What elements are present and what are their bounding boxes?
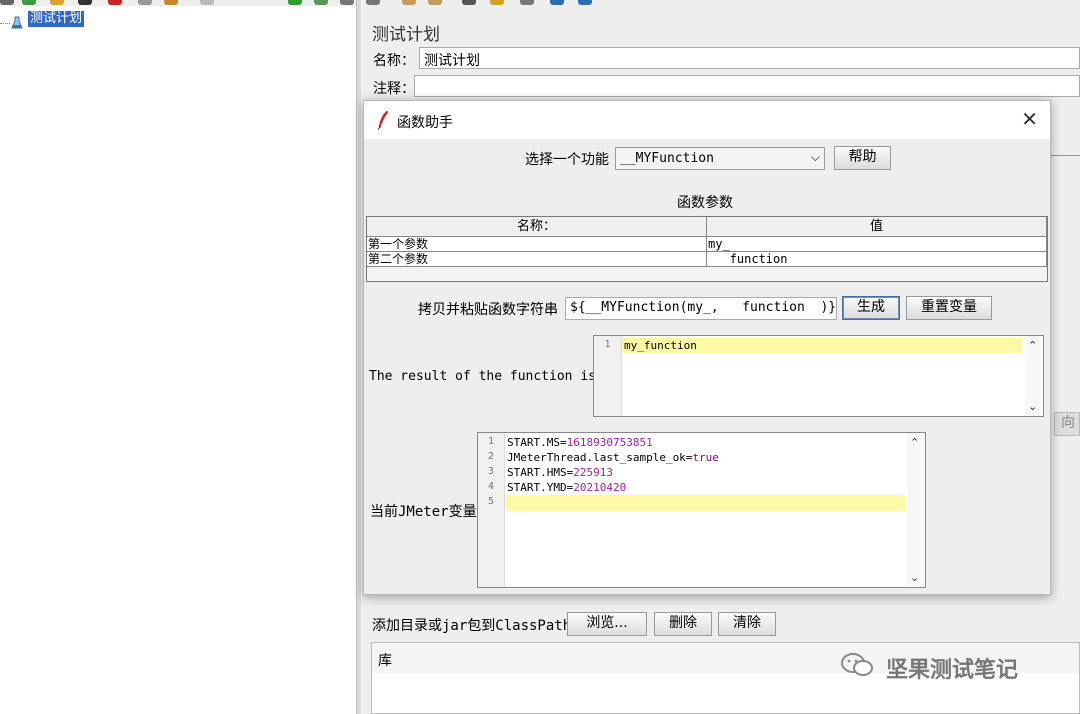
cut-icon[interactable]	[108, 0, 122, 5]
function-select-value: __MYFunction	[620, 151, 714, 166]
close-icon[interactable]: ✕	[1021, 109, 1038, 129]
copy-icon[interactable]	[138, 0, 152, 5]
scroll-up-icon[interactable]: ⌃	[1028, 339, 1037, 352]
var-key: JMeterThread.last_sample_ok=	[507, 451, 693, 464]
shutdown-icon[interactable]	[366, 0, 380, 5]
tree-node-test-plan[interactable]: 测试计划	[28, 11, 85, 27]
scroll-down-icon[interactable]: ⌄	[910, 571, 919, 584]
generate-button[interactable]: 生成	[842, 296, 900, 320]
start-no-pause-icon[interactable]	[314, 0, 328, 5]
test-plan-tree: 测试计划	[0, 6, 356, 714]
var-line: JMeterThread.last_sample_ok=true	[507, 451, 719, 464]
toolbar-icon[interactable]	[0, 0, 14, 5]
vars-gutter: 1 2 3 4 5	[478, 433, 505, 587]
var-key: START.MS=	[507, 436, 567, 449]
function-helper-dialog: 函数助手 ✕ 选择一个功能 __MYFunction ⌵ 帮助 函数参数 名称：…	[363, 100, 1051, 595]
var-line: START.MS=1618930753851	[507, 436, 653, 449]
name-label: 名称：	[373, 53, 415, 69]
reset-search-icon[interactable]	[490, 0, 504, 5]
browse-button[interactable]: 浏览...	[567, 612, 647, 636]
function-string-field[interactable]: ${__MYFunction(my_, function )}	[565, 297, 837, 320]
chevron-down-icon: ⌵	[810, 150, 820, 164]
clear-icon[interactable]	[402, 0, 416, 5]
library-header-label: 库	[378, 653, 392, 669]
current-line-highlight	[505, 495, 905, 511]
save-icon[interactable]	[78, 0, 92, 5]
var-key: START.YMD=	[507, 481, 574, 494]
feather-icon	[377, 110, 389, 130]
line-number: 1	[487, 436, 495, 447]
scroll-up-icon[interactable]: ⌃	[910, 436, 919, 449]
vars-scrollbar[interactable]: ⌃ ⌄	[907, 433, 925, 587]
watermark-text: 坚果测试笔记	[886, 658, 1019, 683]
param-name-cell[interactable]: 第二个参数	[367, 252, 707, 267]
comment-field[interactable]	[414, 75, 1080, 97]
dialog-title-bar[interactable]: 函数助手 ✕	[364, 101, 1050, 139]
result-editor[interactable]: 1 my_function ⌃ ⌄	[593, 335, 1044, 417]
paste-icon[interactable]	[164, 0, 178, 5]
var-line: START.YMD=20210420	[507, 481, 626, 494]
help-button[interactable]: 帮助	[834, 146, 891, 170]
run-icon[interactable]	[22, 0, 36, 5]
var-value: 225913	[573, 466, 613, 479]
stop-icon[interactable]	[340, 0, 354, 5]
wechat-icon	[841, 653, 873, 676]
line-number: 1	[604, 339, 611, 350]
jmeter-vars-label: 当前JMeter变量	[370, 504, 477, 520]
name-field[interactable]: 测试计划	[419, 47, 1080, 69]
params-table: 名称： 值 第一个参数 my_ 第二个参数 function	[366, 216, 1048, 282]
function-select[interactable]: __MYFunction ⌵	[615, 147, 825, 170]
clear-all-icon[interactable]	[428, 0, 442, 5]
panel-separator	[1048, 155, 1080, 156]
var-value: 20210420	[573, 481, 627, 494]
var-value: 1618930753851	[566, 436, 653, 449]
delete-button[interactable]: 删除	[654, 612, 712, 636]
result-line: my_function	[624, 339, 697, 352]
copy-paste-label: 拷贝并粘贴函数字符串	[418, 302, 558, 318]
param-name-cell[interactable]: 第一个参数	[367, 237, 707, 252]
param-value-cell[interactable]: my_	[707, 237, 1047, 252]
params-header-value[interactable]: 值	[707, 217, 1047, 237]
function-helper-icon[interactable]	[520, 0, 534, 5]
scroll-down-icon[interactable]: ⌄	[1028, 400, 1037, 413]
result-gutter: 1	[594, 336, 622, 416]
param-value-cell[interactable]: function	[707, 252, 1047, 267]
result-label: The result of the function is	[369, 369, 596, 384]
line-number: 3	[487, 466, 495, 477]
dialog-title: 函数助手	[397, 115, 453, 131]
tree-connector	[0, 23, 10, 24]
help-icon[interactable]	[550, 0, 564, 5]
search-icon[interactable]	[462, 0, 476, 5]
expand-icon[interactable]	[200, 0, 214, 5]
comment-label: 注释：	[373, 81, 415, 97]
line-number: 4	[487, 481, 495, 492]
start-icon[interactable]	[288, 0, 302, 5]
open-icon[interactable]	[50, 0, 64, 5]
var-line: START.HMS=225913	[507, 466, 613, 479]
line-number: 2	[487, 451, 495, 462]
params-header-name[interactable]: 名称：	[367, 217, 707, 237]
params-title: 函数参数	[677, 195, 733, 211]
select-function-label: 选择一个功能	[525, 152, 609, 168]
page-title: 测试计划	[372, 25, 440, 45]
result-scrollbar[interactable]: ⌃ ⌄	[1025, 336, 1043, 416]
var-value: true	[692, 451, 719, 464]
move-button[interactable]: 向	[1054, 412, 1080, 436]
reset-variables-button[interactable]: 重置变量	[906, 296, 992, 320]
split-pane-divider[interactable]	[356, 0, 362, 714]
line-number: 5	[487, 496, 495, 507]
test-plan-icon	[11, 16, 23, 29]
var-key: START.HMS=	[507, 466, 574, 479]
classpath-label: 添加目录或jar包到ClassPath	[372, 618, 572, 634]
clear-button[interactable]: 清除	[718, 612, 776, 636]
settings-icon[interactable]	[578, 0, 592, 5]
jmeter-vars-editor[interactable]: 1 2 3 4 5 START.MS=1618930753851 JMeterT…	[477, 432, 926, 588]
